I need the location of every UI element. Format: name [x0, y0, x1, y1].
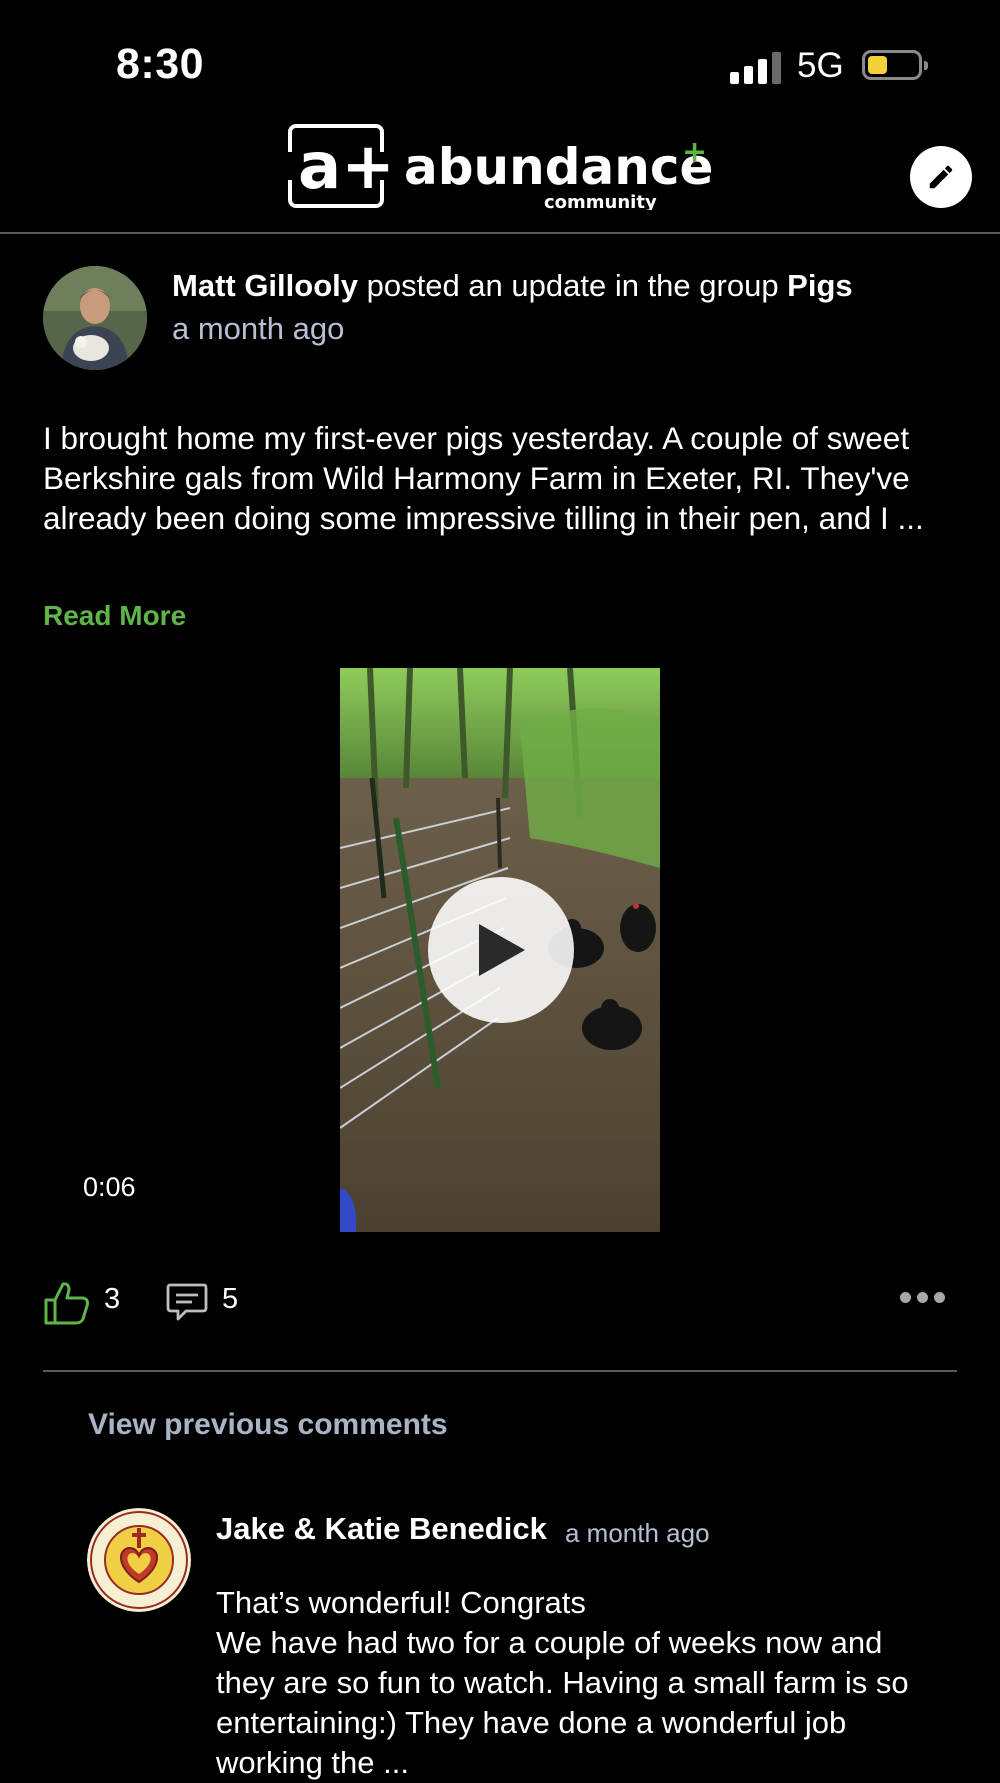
- header-divider: [0, 232, 1000, 234]
- app-logo[interactable]: a+ abundance + community: [286, 122, 716, 213]
- like-button[interactable]: [43, 1280, 91, 1326]
- svg-text:+: +: [682, 135, 707, 170]
- commenter-avatar[interactable]: [87, 1508, 191, 1612]
- signal-icon: [730, 50, 782, 84]
- play-icon: [479, 924, 525, 976]
- comment-button[interactable]: [166, 1282, 208, 1322]
- play-button[interactable]: [428, 877, 574, 1023]
- logo-mark: a+: [298, 130, 395, 204]
- comment-count: 5: [222, 1283, 239, 1315]
- comment-icon: [166, 1283, 208, 1321]
- status-time: 8:30: [116, 40, 205, 88]
- actions-divider: [43, 1370, 957, 1372]
- post-timestamp[interactable]: a month ago: [172, 311, 344, 347]
- battery-level: [868, 56, 887, 74]
- author-avatar[interactable]: [43, 266, 147, 370]
- post-byline: Matt Gillooly posted an update in the gr…: [172, 266, 853, 306]
- comment-timestamp: a month ago: [565, 1518, 710, 1548]
- compose-button[interactable]: [910, 146, 972, 208]
- comment-text: That’s wonderful! Congrats We have had t…: [216, 1585, 909, 1780]
- author-name[interactable]: Matt Gillooly: [172, 268, 358, 303]
- thumbs-up-icon: [44, 1282, 89, 1325]
- byline-action: posted an update in the group: [358, 268, 788, 303]
- post-body: I brought home my first-ever pigs yester…: [43, 420, 924, 536]
- like-count: 3: [104, 1283, 121, 1315]
- comment-author[interactable]: Jake & Katie Benedick: [216, 1511, 547, 1547]
- video-duration: 0:06: [83, 1172, 136, 1202]
- read-more-link[interactable]: Read More: [43, 600, 186, 632]
- pencil-icon: [929, 165, 953, 189]
- view-previous-comments-link[interactable]: View previous comments: [88, 1408, 448, 1442]
- logo-subtext: community: [544, 192, 657, 210]
- logo-text: abundance: [404, 138, 713, 196]
- network-label: 5G: [797, 46, 844, 85]
- battery-icon: [862, 50, 928, 80]
- more-options-icon[interactable]: [900, 1292, 945, 1303]
- group-link[interactable]: Pigs: [787, 268, 852, 303]
